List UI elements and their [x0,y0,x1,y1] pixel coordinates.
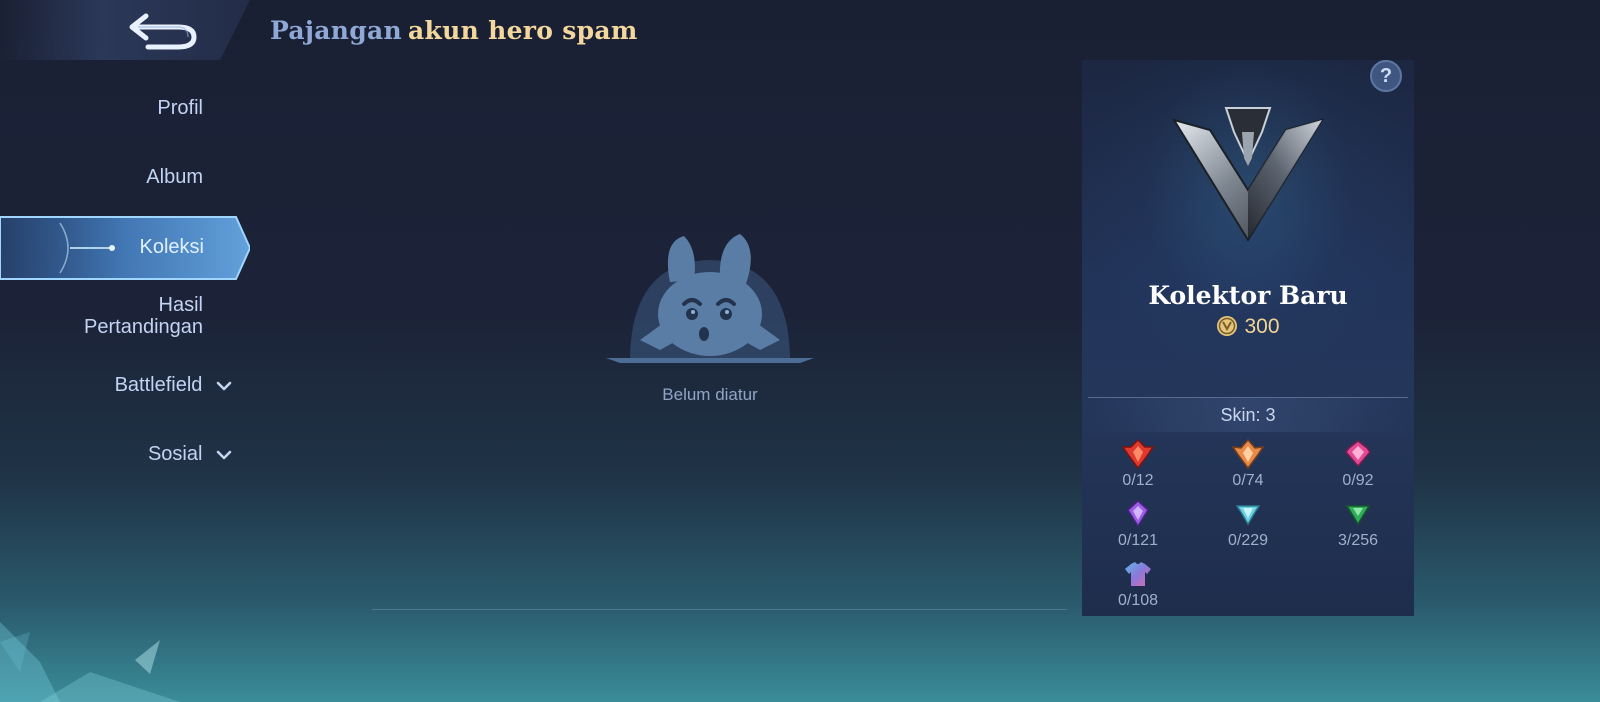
stat-value: 3/256 [1337,532,1379,549]
collection-coin-icon [1217,316,1238,336]
stat-legend[interactable]: 0/12 [1088,438,1188,490]
sidebar-item-profil[interactable]: Profil [157,97,203,119]
stat-special[interactable]: 0/92 [1308,438,1408,490]
stat-value: 0/229 [1227,532,1269,549]
sidebar-item-label: Profil [157,97,203,119]
basic-gem-green-icon [1345,505,1371,526]
stat-value: 0/92 [1342,472,1374,489]
rank-name: Kolektor Baru [1148,281,1348,310]
help-button[interactable]: ? [1370,60,1402,92]
question-mark-icon: ? [1379,65,1393,87]
stat-normal[interactable]: 0/229 [1198,498,1298,550]
special-gem-pink-icon [1345,440,1371,468]
surprised-mascot-icon [606,234,814,363]
sidebar-item-battlefield[interactable]: Battlefield [115,374,232,396]
active-tab-highlight [0,216,250,280]
empty-state: Belum diatur [600,232,820,412]
epic-gem-orange-icon [1231,438,1265,470]
collector-rank-emblem-icon [1171,107,1325,242]
back-arrow-icon [129,13,197,50]
points-value: 300 [1244,315,1280,338]
sidebar-item-label: Koleksi [139,236,204,258]
sidebar-item-label-line1: Hasil [158,294,203,316]
sidebar-item-label: Battlefield [114,374,203,396]
sidebar-item-label: Sosial [147,443,203,465]
normal-gem-cyan-icon [1235,505,1261,526]
sidebar-item-label: Album [146,166,203,188]
page-title-account: akun hero spam [408,16,638,45]
stat-value: 0/74 [1232,472,1264,489]
decorative-shards [0,622,180,702]
stat-basic[interactable]: 3/256 [1308,498,1408,550]
skin-count: Skin: 3 [1088,398,1408,432]
stat-epic[interactable]: 0/74 [1198,438,1298,490]
legend-gem-red-icon [1121,438,1155,470]
stat-value: 0/121 [1117,532,1159,549]
sidebar-item-label-line2: Pertandingan [84,316,203,338]
sidebar-item-album[interactable]: Album [146,166,203,188]
content-divider [372,609,1067,610]
elite-gem-purple-icon [1127,499,1149,528]
page-title: Pajangan akun hero spam [270,16,638,45]
back-button[interactable] [0,0,250,60]
shirt-icon [1125,562,1151,586]
stat-shirt[interactable]: 0/108 [1088,558,1188,610]
empty-state-message: Belum diatur [662,385,758,404]
collection-points: 300 [1082,315,1414,339]
sidebar-item-koleksi[interactable]: Koleksi [0,213,250,283]
sidebar-item-hasil-pertandingan[interactable]: Hasil Pertandingan [84,294,203,338]
stat-elite[interactable]: 0/121 [1088,498,1188,550]
stat-value: 0/108 [1117,592,1159,609]
sidebar-item-sosial[interactable]: Sosial [148,443,232,465]
chevron-down-icon [216,450,232,460]
collector-panel: ? Kolektor Baru 300 Skin: 3 0/12 0/74 0/… [1082,60,1414,616]
page-title-prefix: Pajangan [270,16,403,45]
chevron-down-icon [216,381,232,391]
stat-value: 0/12 [1122,472,1154,489]
